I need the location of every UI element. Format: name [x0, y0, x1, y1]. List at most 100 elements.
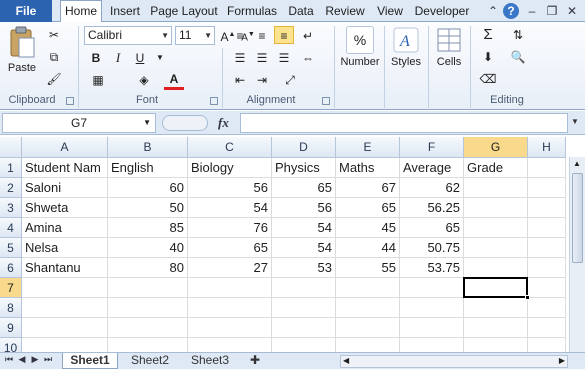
- table-cell[interactable]: [22, 298, 108, 318]
- table-cell[interactable]: [188, 298, 272, 318]
- table-cell[interactable]: [528, 218, 566, 238]
- align-bottom-icon[interactable]: ≡: [274, 26, 294, 44]
- insert-sheet-icon[interactable]: ✚: [244, 353, 266, 369]
- column-header[interactable]: F: [400, 137, 464, 158]
- wrap-text-icon[interactable]: ↵: [298, 27, 318, 45]
- column-header[interactable]: D: [272, 137, 336, 158]
- restore-window-icon[interactable]: ❐: [543, 3, 561, 19]
- align-middle-icon[interactable]: ≡: [252, 27, 272, 45]
- borders-icon[interactable]: ▦: [88, 71, 108, 89]
- table-cell[interactable]: [400, 298, 464, 318]
- row-header[interactable]: 8: [0, 298, 22, 318]
- sort-filter-icon[interactable]: ⇅: [508, 26, 528, 44]
- row-header[interactable]: 2: [0, 178, 22, 198]
- row-header[interactable]: 6: [0, 258, 22, 278]
- paste-button[interactable]: Paste: [4, 26, 40, 74]
- table-cell[interactable]: 65: [188, 238, 272, 258]
- minimize-window-icon[interactable]: –: [523, 3, 541, 19]
- font-size-select[interactable]: 11 ▼: [175, 26, 215, 45]
- table-cell[interactable]: [400, 318, 464, 338]
- orientation-icon[interactable]: ⤢: [280, 71, 300, 89]
- table-cell[interactable]: [464, 238, 528, 258]
- table-cell[interactable]: [464, 218, 528, 238]
- table-cell[interactable]: 54: [188, 198, 272, 218]
- column-header[interactable]: G: [464, 137, 528, 158]
- file-tab[interactable]: File: [0, 0, 52, 22]
- tab-formulas[interactable]: Formulas: [226, 3, 278, 22]
- first-sheet-icon[interactable]: ⏮: [3, 354, 15, 365]
- table-cell[interactable]: 62: [400, 178, 464, 198]
- table-cell[interactable]: [464, 298, 528, 318]
- column-header[interactable]: E: [336, 137, 400, 158]
- row-header[interactable]: 1: [0, 158, 22, 178]
- table-cell[interactable]: 53.75: [400, 258, 464, 278]
- table-cell[interactable]: [336, 318, 400, 338]
- row-header[interactable]: 7: [0, 278, 22, 298]
- clear-icon[interactable]: ⌫: [478, 70, 498, 88]
- help-icon[interactable]: ?: [503, 3, 519, 19]
- close-window-icon[interactable]: ✕: [563, 3, 581, 19]
- column-header[interactable]: B: [108, 137, 188, 158]
- table-cell[interactable]: [528, 198, 566, 218]
- prev-sheet-icon[interactable]: ◀: [16, 354, 28, 365]
- table-cell[interactable]: 45: [336, 218, 400, 238]
- name-box[interactable]: G7 ▼: [2, 113, 156, 133]
- decrease-indent-icon[interactable]: ⇤: [230, 71, 250, 89]
- bold-button[interactable]: B: [86, 49, 106, 67]
- number-format-button[interactable]: % Number: [338, 26, 382, 68]
- table-cell[interactable]: [528, 178, 566, 198]
- alignment-launcher-icon[interactable]: [322, 97, 330, 105]
- table-cell[interactable]: Average: [400, 158, 464, 178]
- insert-function-icon[interactable]: fx: [218, 115, 229, 131]
- sheet-tab-sheet3[interactable]: Sheet3: [182, 353, 238, 369]
- table-cell[interactable]: [22, 278, 108, 298]
- table-cell[interactable]: 56: [188, 178, 272, 198]
- table-cell[interactable]: [108, 278, 188, 298]
- align-center-icon[interactable]: ☰: [252, 49, 272, 67]
- format-painter-icon[interactable]: 🖌: [44, 70, 64, 88]
- fill-handle[interactable]: [525, 295, 530, 300]
- table-cell[interactable]: Student Nam: [22, 158, 108, 178]
- copy-icon[interactable]: ⧉: [44, 48, 64, 66]
- table-cell[interactable]: English: [108, 158, 188, 178]
- table-cell[interactable]: [272, 318, 336, 338]
- table-cell[interactable]: [528, 278, 566, 298]
- row-header[interactable]: 3: [0, 198, 22, 218]
- autosum-icon[interactable]: Σ: [478, 26, 498, 44]
- fill-color-icon[interactable]: ◈: [134, 71, 154, 89]
- table-cell[interactable]: 65: [336, 198, 400, 218]
- tab-view[interactable]: View: [374, 3, 406, 22]
- next-sheet-icon[interactable]: ▶: [29, 354, 41, 365]
- underline-button[interactable]: U: [130, 49, 150, 67]
- table-cell[interactable]: Grade: [464, 158, 528, 178]
- tab-home[interactable]: Home: [60, 0, 102, 23]
- tab-developer[interactable]: Developer: [413, 3, 471, 22]
- table-cell[interactable]: [528, 298, 566, 318]
- clipboard-launcher-icon[interactable]: [66, 97, 74, 105]
- tab-page-layout[interactable]: Page Layout: [150, 3, 218, 22]
- table-cell[interactable]: 56: [272, 198, 336, 218]
- table-cell[interactable]: 27: [188, 258, 272, 278]
- table-cell[interactable]: [336, 278, 400, 298]
- find-select-icon[interactable]: 🔍: [508, 48, 528, 66]
- row-header[interactable]: 4: [0, 218, 22, 238]
- select-all-corner[interactable]: [0, 137, 22, 158]
- scroll-up-icon[interactable]: ▲: [573, 159, 581, 168]
- vertical-scrollbar[interactable]: ▲: [569, 157, 585, 355]
- sheet-tab-sheet1[interactable]: Sheet1: [62, 353, 118, 369]
- table-cell[interactable]: 60: [108, 178, 188, 198]
- table-cell[interactable]: Nelsa: [22, 238, 108, 258]
- scroll-right-icon[interactable]: ▶: [559, 356, 565, 365]
- table-cell[interactable]: [464, 198, 528, 218]
- table-cell[interactable]: [108, 318, 188, 338]
- table-cell[interactable]: [464, 258, 528, 278]
- table-cell[interactable]: [336, 298, 400, 318]
- table-cell[interactable]: [528, 158, 566, 178]
- table-cell[interactable]: [400, 278, 464, 298]
- column-header[interactable]: H: [528, 137, 566, 158]
- table-cell[interactable]: 44: [336, 238, 400, 258]
- column-header[interactable]: A: [22, 137, 108, 158]
- align-top-icon[interactable]: ≡: [230, 27, 250, 45]
- cells-button[interactable]: Cells: [430, 26, 468, 68]
- table-cell[interactable]: 55: [336, 258, 400, 278]
